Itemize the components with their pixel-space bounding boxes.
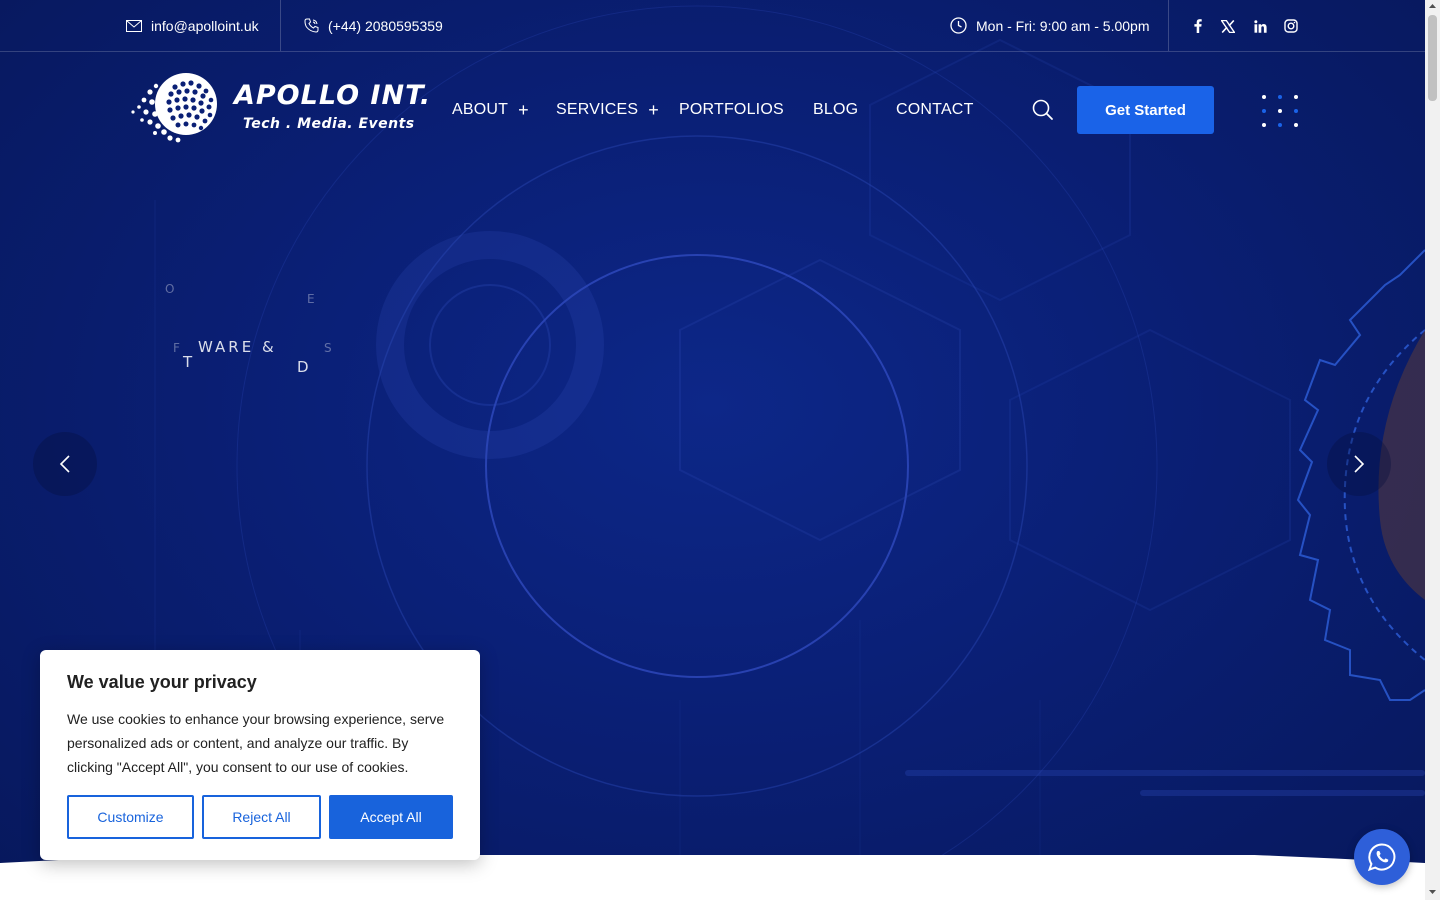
cookie-consent-banner: We value your privacy We use cookies to … bbox=[40, 650, 480, 860]
instagram-icon[interactable] bbox=[1281, 16, 1301, 36]
scroll-up-arrow-icon[interactable] bbox=[1425, 0, 1440, 12]
slide-text-fragment: D bbox=[297, 358, 312, 376]
slide-text-fragment: O bbox=[165, 282, 178, 296]
whatsapp-chat-button[interactable] bbox=[1354, 829, 1410, 885]
nav-services-label: SERVICES bbox=[556, 101, 639, 118]
get-started-button[interactable]: Get Started bbox=[1077, 86, 1214, 134]
nav-about[interactable]: ABOUT + bbox=[452, 99, 529, 121]
slider-prev-button[interactable] bbox=[33, 432, 97, 496]
brand-name: APOLLO INT. bbox=[234, 80, 432, 111]
chevron-right-icon bbox=[1354, 455, 1365, 473]
nav-services[interactable]: SERVICES + bbox=[556, 99, 659, 121]
slide-text-fragment: T bbox=[183, 353, 196, 371]
chevron-left-icon bbox=[59, 455, 70, 473]
plus-icon: + bbox=[648, 99, 659, 120]
cookie-body: We use cookies to enhance your browsing … bbox=[67, 711, 445, 775]
topbar-divider bbox=[280, 0, 281, 51]
envelope-icon bbox=[126, 19, 142, 32]
nav-blog-label: BLOG bbox=[813, 101, 859, 118]
globe-logo-icon bbox=[131, 73, 217, 143]
nav-contact-label: CONTACT bbox=[896, 101, 974, 118]
scroll-down-arrow-icon[interactable] bbox=[1425, 886, 1440, 898]
email-text: info@apolloint.uk bbox=[151, 17, 259, 34]
topbar-divider bbox=[1168, 0, 1169, 51]
slide-text-fragment: WARE & bbox=[198, 338, 277, 356]
phone-text: (+44) 2080595359 bbox=[328, 17, 443, 34]
nav-blog[interactable]: BLOG bbox=[813, 99, 858, 121]
slide-text-fragment: E bbox=[307, 292, 318, 306]
whatsapp-icon bbox=[1367, 843, 1396, 872]
slide-text-fragment: F bbox=[173, 341, 183, 355]
clock-icon bbox=[950, 17, 967, 34]
cookie-title: We value your privacy bbox=[67, 672, 257, 692]
linkedin-icon[interactable] bbox=[1250, 16, 1270, 36]
hours-text: Mon - Fri: 9:00 am - 5.00pm bbox=[976, 17, 1150, 34]
phone-link[interactable]: (+44) 2080595359 bbox=[304, 0, 443, 51]
page-scrollbar[interactable] bbox=[1425, 0, 1440, 900]
accept-all-button[interactable]: Accept All bbox=[329, 795, 453, 839]
menu-grid-icon[interactable] bbox=[1262, 95, 1298, 127]
search-icon bbox=[1032, 99, 1053, 120]
search-button[interactable] bbox=[1031, 98, 1055, 122]
brand-logo[interactable]: APOLLO INT. Tech . Media. Events bbox=[130, 72, 430, 144]
facebook-icon[interactable] bbox=[1188, 16, 1208, 36]
nav-contact[interactable]: CONTACT bbox=[896, 99, 974, 121]
slide-text-fragment: S bbox=[324, 341, 335, 355]
nav-portfolios[interactable]: PORTFOLIOS bbox=[679, 99, 784, 121]
email-link[interactable]: info@apolloint.uk bbox=[126, 0, 259, 51]
hero-bottom-curve bbox=[0, 855, 1425, 900]
x-icon[interactable] bbox=[1218, 16, 1238, 36]
top-bar: info@apolloint.uk (+44) 2080595359 Mon -… bbox=[0, 0, 1425, 52]
nav-portfolios-label: PORTFOLIOS bbox=[679, 101, 784, 118]
nav-about-label: ABOUT bbox=[452, 101, 509, 118]
brand-tagline: Tech . Media. Events bbox=[243, 116, 415, 132]
phone-icon bbox=[304, 18, 319, 33]
opening-hours: Mon - Fri: 9:00 am - 5.00pm bbox=[950, 0, 1150, 51]
slider-next-button[interactable] bbox=[1327, 432, 1391, 496]
plus-icon: + bbox=[518, 99, 529, 120]
customize-button[interactable]: Customize bbox=[67, 795, 194, 839]
scrollbar-thumb[interactable] bbox=[1428, 15, 1437, 101]
reject-all-button[interactable]: Reject All bbox=[202, 795, 321, 839]
